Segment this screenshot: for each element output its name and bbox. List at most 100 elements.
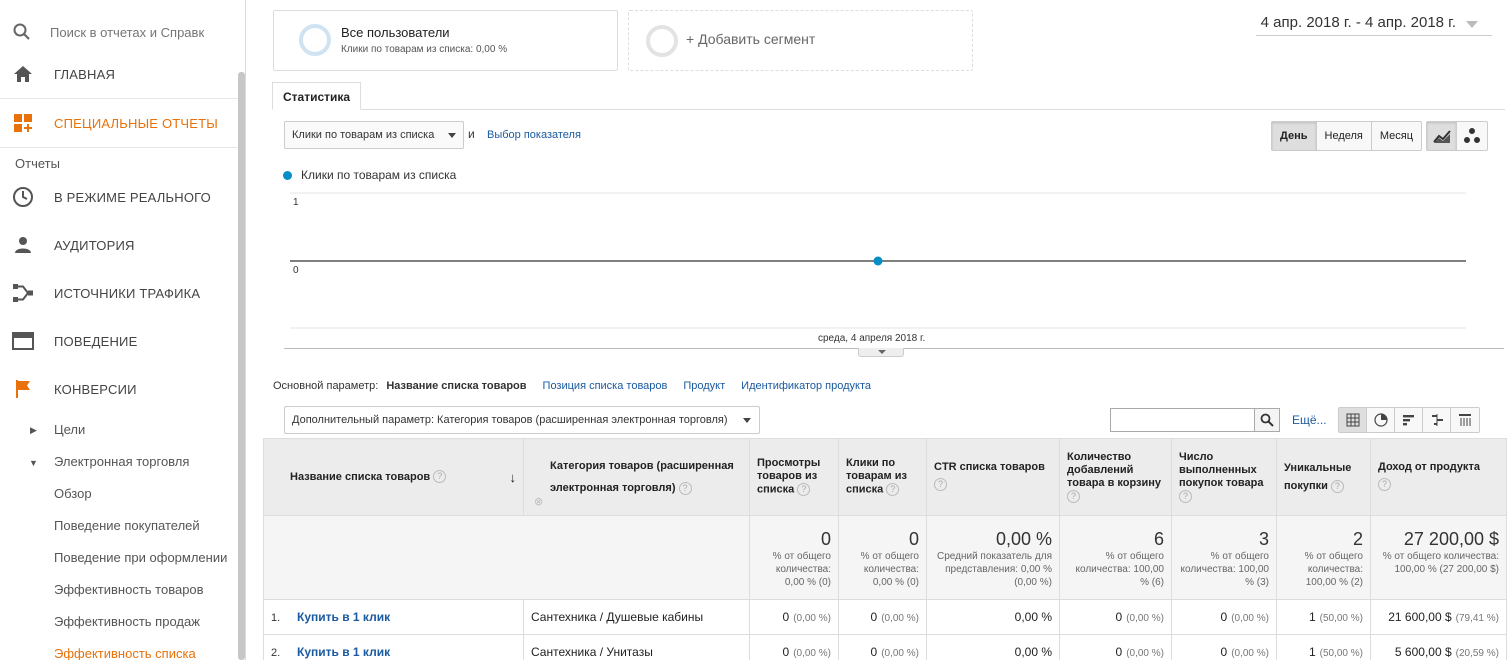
add-segment-label: + Добавить сегмент: [686, 31, 816, 47]
sort-arrow-icon[interactable]: ↓: [510, 471, 517, 484]
column-header-purchases[interactable]: Число выполненных покупок товара?: [1171, 438, 1277, 516]
column-header-revenue[interactable]: Доход от продукта?: [1370, 438, 1507, 516]
dimension-link-product-id[interactable]: Идентификатор продукта: [741, 380, 871, 392]
sidebar: ГЛАВНАЯ СПЕЦИАЛЬНЫЕ ОТЧЕТЫ Отчеты В РЕЖИ…: [0, 0, 246, 660]
line-chart-icon[interactable]: [1427, 122, 1457, 150]
data-table: Название списка товаров? ↓ Категория тов…: [263, 438, 1507, 660]
column-header-list-name[interactable]: Название списка товаров? ↓: [263, 438, 524, 516]
column-header-views[interactable]: Просмотры товаров из списка?: [749, 438, 839, 516]
sidebar-item-label: АУДИТОРИЯ: [54, 237, 135, 253]
total-unique: 2% от общего количества: 100,00 % (2): [1276, 515, 1371, 600]
sidebar-item-label: ПОВЕДЕНИЕ: [54, 333, 138, 349]
segment-card[interactable]: Все пользователи Клики по товарам из спи…: [273, 10, 618, 71]
series-dot-icon: [283, 170, 292, 180]
chart-x-label: среда, 4 апреля 2018 г.: [818, 333, 926, 344]
sidebar-sub-shopping-behavior[interactable]: Поведение покупателей: [54, 518, 200, 533]
comparison-icon[interactable]: [1423, 408, 1451, 432]
sidebar-item-label: СПЕЦИАЛЬНЫЕ ОТЧЕТЫ: [54, 115, 218, 131]
sidebar-sub-checkout-behavior[interactable]: Поведение при оформлении: [54, 550, 227, 565]
metric-select[interactable]: Клики по товарам из списка: [284, 121, 464, 149]
secondary-dimension-select[interactable]: Дополнительный параметр: Категория товар…: [284, 406, 760, 434]
help-icon[interactable]: ?: [678, 481, 692, 495]
sidebar-item-audience[interactable]: АУДИТОРИЯ: [0, 223, 238, 267]
legend-series-label: Клики по товарам из списка: [301, 168, 457, 182]
chart-type-buttons: [1426, 121, 1488, 151]
search-input[interactable]: [50, 20, 220, 44]
y-tick-label: 0: [293, 265, 299, 276]
dashboard-plus-icon: [12, 112, 34, 134]
sidebar-sub-product-performance[interactable]: Эффективность товаров: [54, 582, 204, 597]
pivot-icon[interactable]: [1451, 408, 1479, 432]
column-header-adds[interactable]: Количество добавлений товара в корзину?: [1059, 438, 1172, 516]
totals-row: 0% от общего количества: 0,00 % (0) 0% о…: [263, 515, 1507, 600]
sidebar-item-label: ГЛАВНАЯ: [54, 66, 116, 82]
table-row: 2. Купить в 1 клик Сантехника / Унитазы 0…: [263, 634, 1507, 660]
primary-dimension-label: Основной параметр:: [273, 380, 379, 392]
home-icon: [12, 63, 34, 85]
add-segment-button[interactable]: + Добавить сегмент: [628, 10, 973, 71]
sidebar-item-custom-reports[interactable]: СПЕЦИАЛЬНЫЕ ОТЧЕТЫ: [0, 101, 238, 145]
sidebar-sub-overview[interactable]: Обзор: [54, 486, 92, 501]
column-header-category[interactable]: Категория товаров (расширенная электронн…: [523, 438, 750, 516]
column-header-ctr[interactable]: CTR списка товаров?: [926, 438, 1060, 516]
tab-divider: [272, 109, 1505, 110]
table-search-input[interactable]: [1110, 408, 1255, 432]
bar-chart-icon[interactable]: [1395, 408, 1423, 432]
sidebar-item-label: В РЕЖИМЕ РЕАЛЬНОГО: [54, 189, 211, 205]
dimension-link-product[interactable]: Продукт: [683, 380, 725, 392]
motion-chart-icon[interactable]: [1457, 122, 1487, 150]
period-day-button[interactable]: День: [1272, 122, 1317, 150]
data-point[interactable]: [873, 256, 883, 266]
help-icon[interactable]: ?: [1378, 478, 1391, 491]
help-icon[interactable]: ?: [1330, 479, 1344, 493]
help-icon[interactable]: ?: [1179, 489, 1192, 503]
list-name-link[interactable]: Купить в 1 клик: [297, 610, 390, 624]
column-header-clicks[interactable]: Клики по товарам из списка?: [838, 438, 927, 516]
dimension-link-list-position[interactable]: Позиция списка товаров: [543, 380, 668, 392]
table-grid-icon[interactable]: [1339, 408, 1367, 432]
choose-metric-link[interactable]: Выбор показателя: [487, 129, 581, 141]
sidebar-sub-goals[interactable]: Цели: [54, 422, 85, 437]
sidebar-sub-sales-performance[interactable]: Эффективность продаж: [54, 614, 200, 629]
pie-chart-icon[interactable]: [1367, 408, 1395, 432]
total-revenue: 27 200,00 $% от общего количества: 100,0…: [1370, 515, 1507, 600]
sidebar-sub-ecommerce[interactable]: Электронная торговля: [54, 454, 189, 469]
list-name-link[interactable]: Купить в 1 клик: [297, 645, 390, 659]
sidebar-item-label: КОНВЕРСИИ: [54, 381, 137, 397]
help-icon[interactable]: ?: [1067, 489, 1080, 503]
total-views: 0% от общего количества: 0,00 % (0): [749, 515, 839, 600]
column-header-unique[interactable]: Уникальные покупки?: [1276, 438, 1371, 516]
collapse-triangle-icon[interactable]: ▼: [29, 458, 38, 468]
sidebar-item-realtime[interactable]: В РЕЖИМЕ РЕАЛЬНОГО: [0, 175, 238, 219]
period-week-button[interactable]: Неделя: [1317, 122, 1372, 150]
help-icon[interactable]: ?: [886, 483, 900, 497]
period-month-button[interactable]: Месяц: [1372, 122, 1421, 150]
clock-icon: [12, 186, 34, 208]
chart-expand-handle[interactable]: [858, 348, 904, 357]
help-icon[interactable]: ?: [797, 483, 811, 497]
search-icon: [12, 22, 32, 47]
more-link[interactable]: Ещё...: [1292, 413, 1327, 427]
help-icon[interactable]: ?: [934, 478, 947, 491]
sidebar-item-conversions[interactable]: КОНВЕРСИИ: [0, 367, 238, 411]
sidebar-item-home[interactable]: ГЛАВНАЯ: [0, 52, 238, 96]
reports-section-label: Отчеты: [15, 156, 60, 171]
date-range-picker[interactable]: 4 апр. 2018 г. - 4 апр. 2018 г.: [1256, 12, 1492, 36]
chevron-down-icon: [448, 133, 456, 138]
tab-statistics[interactable]: Статистика: [272, 82, 362, 110]
expand-triangle-icon[interactable]: ▶: [30, 425, 37, 436]
chart-legend: Клики по товарам из списка: [283, 168, 456, 182]
sidebar-item-label: ИСТОЧНИКИ ТРАФИКА: [54, 285, 201, 301]
sidebar-sub-list-performance[interactable]: Эффективность списка: [54, 646, 196, 660]
help-icon[interactable]: ?: [433, 470, 447, 484]
sidebar-item-behavior[interactable]: ПОВЕДЕНИЕ: [0, 319, 238, 363]
segment-title: Все пользователи: [341, 25, 450, 40]
search-icon[interactable]: [1255, 408, 1280, 432]
sidebar-scrollbar[interactable]: [238, 72, 245, 660]
remove-dimension-icon[interactable]: ⊗: [534, 491, 543, 513]
chevron-down-icon: [1466, 21, 1478, 28]
sidebar-item-acquisition[interactable]: ИСТОЧНИКИ ТРАФИКА: [0, 271, 238, 315]
period-buttons: День Неделя Месяц: [1271, 121, 1423, 151]
metric-select-value: Клики по товарам из списка: [292, 129, 435, 141]
y-tick-label: 1: [293, 197, 299, 208]
